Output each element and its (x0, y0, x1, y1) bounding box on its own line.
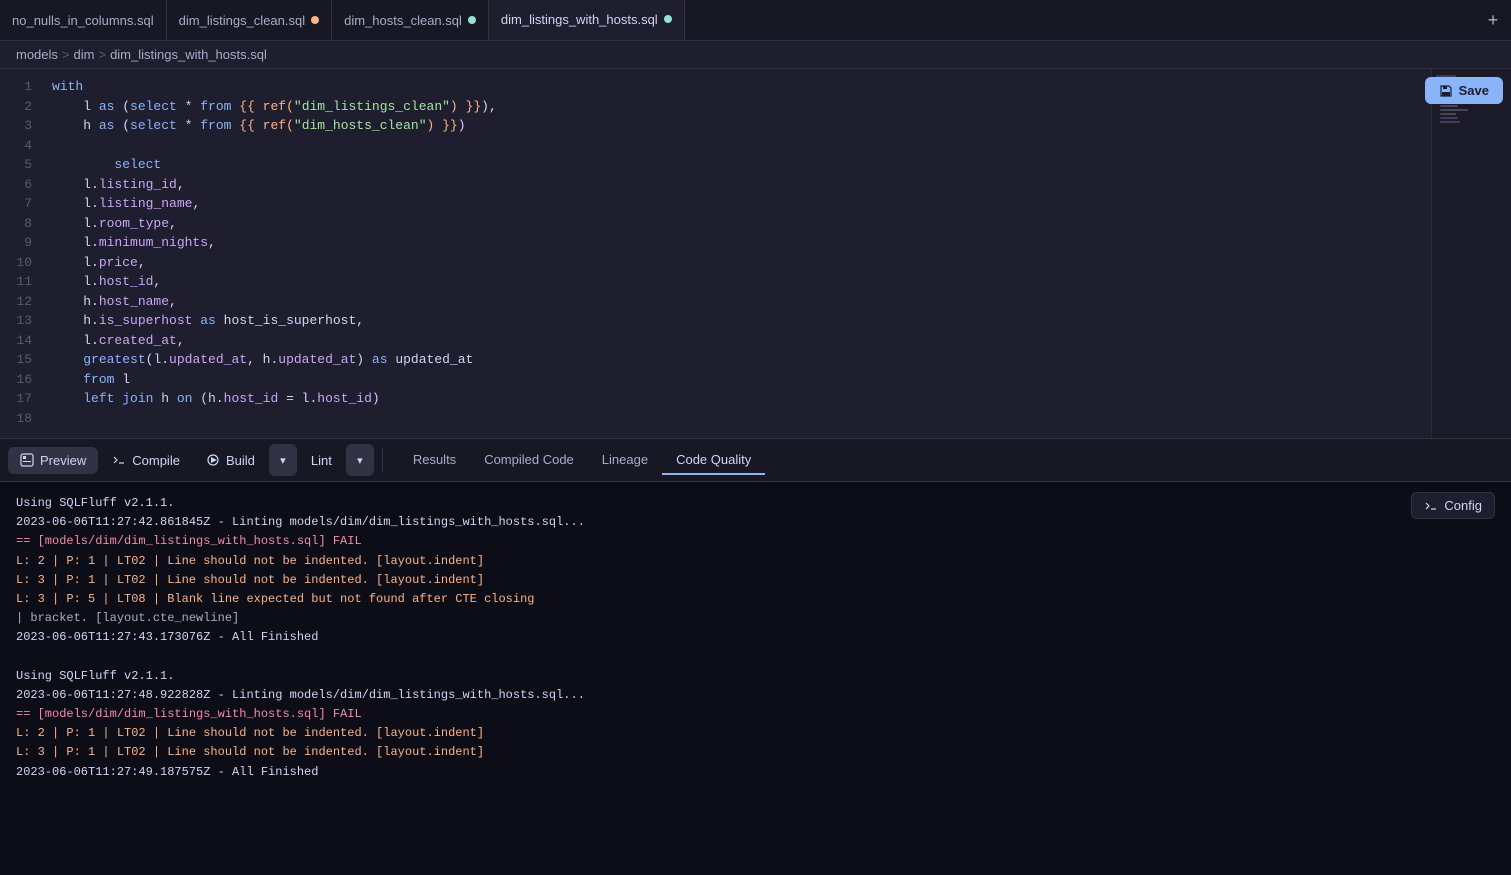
compile-label: Compile (132, 453, 180, 468)
bottom-tab-nav: Results Compiled Code Lineage Code Quali… (399, 446, 765, 475)
console-line: L: 3 | P: 1 | LT02 | Line should not be … (16, 571, 1495, 590)
tab-no-nulls-label: no_nulls_in_columns.sql (12, 13, 154, 28)
console-line: | bracket. [layout.cte_newline] (16, 609, 1495, 628)
console-line: L: 3 | P: 1 | LT02 | Line should not be … (16, 743, 1495, 762)
toolbar-separator (382, 448, 383, 472)
save-icon (1439, 84, 1453, 98)
build-label: Build (226, 453, 255, 468)
console-line: == [models/dim/dim_listings_with_hosts.s… (16, 532, 1495, 551)
breadcrumb-sep-1: > (62, 47, 70, 62)
tab-add-button[interactable]: + (1475, 0, 1511, 40)
bottom-toolbar: Preview Compile Build ▾ Lint ▾ Results C… (0, 438, 1511, 482)
lint-button[interactable]: Lint (299, 447, 344, 474)
console-line: L: 2 | P: 1 | LT02 | Line should not be … (16, 724, 1495, 743)
build-icon (206, 453, 220, 467)
tab-no-nulls[interactable]: no_nulls_in_columns.sql (0, 0, 167, 40)
tab-dim-hosts-clean-label: dim_hosts_clean.sql (344, 13, 462, 28)
config-button[interactable]: Config (1411, 492, 1495, 519)
lint-label: Lint (311, 453, 332, 468)
code-editor[interactable]: with l as (select * from {{ ref("dim_lis… (44, 69, 1431, 438)
tab-results[interactable]: Results (399, 446, 470, 475)
console-line: 2023-06-06T11:27:42.861845Z - Linting mo… (16, 513, 1495, 532)
save-label: Save (1459, 83, 1489, 98)
console-output[interactable]: Config Using SQLFluff v2.1.1.2023-06-06T… (0, 482, 1511, 875)
compile-button[interactable]: Compile (100, 447, 192, 474)
minimap (1431, 69, 1511, 438)
compile-icon (112, 453, 126, 467)
breadcrumb-models[interactable]: models (16, 47, 58, 62)
tab-compiled-code[interactable]: Compiled Code (470, 446, 588, 475)
save-button[interactable]: Save (1425, 77, 1503, 104)
line-numbers: 123456789101112131415161718 (0, 69, 44, 438)
console-line: Using SQLFluff v2.1.1. (16, 667, 1495, 686)
tab-dim-hosts-clean-dot (468, 16, 476, 24)
preview-icon (20, 453, 34, 467)
breadcrumb-sep-2: > (98, 47, 106, 62)
build-dropdown-button[interactable]: ▾ (269, 444, 297, 476)
console-line: Using SQLFluff v2.1.1. (16, 494, 1495, 513)
config-label: Config (1444, 498, 1482, 513)
build-button[interactable]: Build (194, 447, 267, 474)
tab-dim-listings-clean[interactable]: dim_listings_clean.sql (167, 0, 332, 40)
tab-dim-listings-with-hosts[interactable]: dim_listings_with_hosts.sql (489, 0, 685, 40)
tab-bar: no_nulls_in_columns.sql dim_listings_cle… (0, 0, 1511, 41)
preview-label: Preview (40, 453, 86, 468)
config-icon (1424, 499, 1438, 513)
console-line: == [models/dim/dim_listings_with_hosts.s… (16, 705, 1495, 724)
console-line: 2023-06-06T11:27:48.922828Z - Linting mo… (16, 686, 1495, 705)
console-line: L: 2 | P: 1 | LT02 | Line should not be … (16, 552, 1495, 571)
preview-button[interactable]: Preview (8, 447, 98, 474)
editor-area: 123456789101112131415161718 with l as (s… (0, 69, 1511, 438)
tab-dim-listings-clean-dot (311, 16, 319, 24)
lint-dropdown-button[interactable]: ▾ (346, 444, 374, 476)
tab-dim-listings-clean-label: dim_listings_clean.sql (179, 13, 305, 28)
breadcrumb-file[interactable]: dim_listings_with_hosts.sql (110, 47, 267, 62)
tab-code-quality[interactable]: Code Quality (662, 446, 765, 475)
console-line: L: 3 | P: 5 | LT08 | Blank line expected… (16, 590, 1495, 609)
breadcrumb: models > dim > dim_listings_with_hosts.s… (0, 41, 1511, 69)
console-line: 2023-06-06T11:27:49.187575Z - All Finish… (16, 763, 1495, 782)
breadcrumb-dim[interactable]: dim (74, 47, 95, 62)
tab-dim-listings-with-hosts-dot (664, 15, 672, 23)
tab-lineage[interactable]: Lineage (588, 446, 662, 475)
tab-dim-hosts-clean[interactable]: dim_hosts_clean.sql (332, 0, 489, 40)
tab-dim-listings-with-hosts-label: dim_listings_with_hosts.sql (501, 12, 658, 27)
console-line: 2023-06-06T11:27:43.173076Z - All Finish… (16, 628, 1495, 647)
